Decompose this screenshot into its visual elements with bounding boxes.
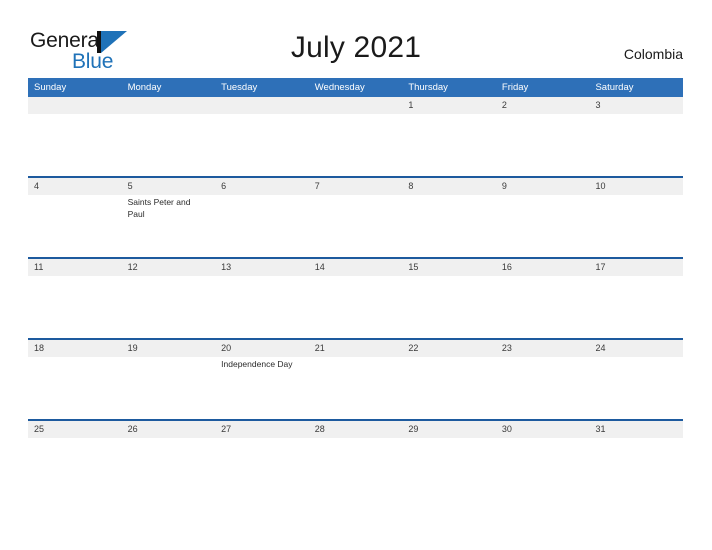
day-number-15[interactable]: 15 — [402, 259, 496, 276]
day-cell-empty — [309, 438, 403, 500]
day-cell-empty — [122, 276, 216, 338]
day-cell-empty — [309, 114, 403, 176]
day-cell-empty — [589, 276, 683, 338]
day-number-24[interactable]: 24 — [589, 340, 683, 357]
weekday-header-wednesday: Wednesday — [314, 82, 365, 93]
day-cell-empty — [309, 195, 403, 257]
calendar-week-row: 25 26 27 28 29 30 31 — [28, 419, 683, 500]
day-cell-empty — [402, 438, 496, 500]
day-cell-empty — [28, 195, 122, 257]
day-number-2[interactable]: 2 — [496, 97, 590, 114]
day-number-28[interactable]: 28 — [309, 421, 403, 438]
day-number-30[interactable]: 30 — [496, 421, 590, 438]
weekday-header-thursday: Thursday — [408, 82, 448, 93]
day-number-17[interactable]: 17 — [589, 259, 683, 276]
day-cell-empty — [402, 114, 496, 176]
day-number-25[interactable]: 25 — [28, 421, 122, 438]
day-number-13[interactable]: 13 — [215, 259, 309, 276]
day-event-5[interactable]: Saints Peter and Paul — [122, 195, 216, 257]
week-event-band: Independence Day — [28, 357, 683, 419]
day-number-empty — [309, 97, 403, 114]
day-cell-empty — [215, 438, 309, 500]
day-cell-empty — [589, 114, 683, 176]
day-cell-empty — [28, 357, 122, 419]
calendar-weeks: 1 2 3 4 5 6 7 8 9 10 Saints Peter and Paul 11 12 13 14… — [28, 97, 683, 500]
week-event-band — [28, 114, 683, 176]
day-cell-empty — [28, 276, 122, 338]
day-cell-empty — [496, 276, 590, 338]
day-number-8[interactable]: 8 — [402, 178, 496, 195]
day-event-20[interactable]: Independence Day — [215, 357, 309, 419]
day-number-9[interactable]: 9 — [496, 178, 590, 195]
day-number-22[interactable]: 22 — [402, 340, 496, 357]
day-number-29[interactable]: 29 — [402, 421, 496, 438]
day-number-empty — [215, 97, 309, 114]
page-header: General Blue July 2021 Colombia — [0, 0, 712, 76]
calendar-week-row: 4 5 6 7 8 9 10 Saints Peter and Paul — [28, 176, 683, 257]
day-number-16[interactable]: 16 — [496, 259, 590, 276]
day-number-23[interactable]: 23 — [496, 340, 590, 357]
day-number-27[interactable]: 27 — [215, 421, 309, 438]
day-number-1[interactable]: 1 — [402, 97, 496, 114]
day-number-21[interactable]: 21 — [309, 340, 403, 357]
day-cell-empty — [309, 276, 403, 338]
week-event-band — [28, 276, 683, 338]
weekday-header-tuesday: Tuesday — [221, 82, 258, 93]
day-cell-empty — [402, 195, 496, 257]
day-cell-empty — [589, 195, 683, 257]
week-event-band — [28, 438, 683, 500]
day-cell-empty — [496, 114, 590, 176]
day-number-empty — [122, 97, 216, 114]
day-cell-empty — [589, 357, 683, 419]
week-date-band: 123 — [28, 97, 683, 114]
day-number-6[interactable]: 6 — [215, 178, 309, 195]
day-number-3[interactable]: 3 — [589, 97, 683, 114]
weekday-header-saturday: Saturday — [595, 82, 634, 93]
day-cell-empty — [589, 438, 683, 500]
calendar-week-row: 11 12 13 14 15 16 17 — [28, 257, 683, 338]
week-date-band: 25 26 27 28 29 30 31 — [28, 421, 683, 438]
day-number-31[interactable]: 31 — [589, 421, 683, 438]
week-date-band: 18 19 20 21 22 23 24 — [28, 340, 683, 357]
day-number-26[interactable]: 26 — [122, 421, 216, 438]
day-number-7[interactable]: 7 — [309, 178, 403, 195]
day-cell-empty — [496, 357, 590, 419]
day-number-5[interactable]: 5 — [122, 178, 216, 195]
page-title: July 2021 — [290, 31, 422, 64]
day-cell-empty — [122, 357, 216, 419]
weekday-header-sunday: Sunday — [34, 82, 67, 93]
calendar-week-row: 18 19 20 21 22 23 24 Independence Day — [28, 338, 683, 419]
day-number-18[interactable]: 18 — [28, 340, 122, 357]
week-date-band: 11 12 13 14 15 16 17 — [28, 259, 683, 276]
day-number-19[interactable]: 19 — [122, 340, 216, 357]
day-cell-empty — [28, 438, 122, 500]
country-label: Colombia — [623, 46, 683, 62]
day-cell-empty — [215, 195, 309, 257]
day-cell-empty — [215, 276, 309, 338]
week-event-band: Saints Peter and Paul — [28, 195, 683, 257]
day-cell-empty — [28, 114, 122, 176]
weekday-header-friday: Friday — [501, 82, 529, 93]
week-date-band: 4 5 6 7 8 9 10 — [28, 178, 683, 195]
day-cell-empty — [122, 438, 216, 500]
day-cell-empty — [496, 438, 590, 500]
calendar-grid: Sunday Monday Tuesday Wednesday Thursday Frid… — [28, 78, 683, 500]
day-cell-empty — [215, 114, 309, 176]
day-cell-empty — [122, 114, 216, 176]
day-number-12[interactable]: 12 — [122, 259, 216, 276]
day-number-10[interactable]: 10 — [589, 178, 683, 195]
day-number-4[interactable]: 4 — [28, 178, 122, 195]
day-number-11[interactable]: 11 — [28, 259, 122, 276]
day-number-20[interactable]: 20 — [215, 340, 309, 357]
day-cell-empty — [402, 357, 496, 419]
day-cell-empty — [402, 276, 496, 338]
calendar-week-row: 123 — [28, 97, 683, 176]
weekday-header-monday: Monday — [127, 82, 162, 93]
day-cell-empty — [309, 357, 403, 419]
day-number-14[interactable]: 14 — [309, 259, 403, 276]
weekday-header-row: Sunday Monday Tuesday Wednesday Thursday Frid… — [28, 78, 683, 97]
day-cell-empty — [496, 195, 590, 257]
day-number-empty — [28, 97, 122, 114]
